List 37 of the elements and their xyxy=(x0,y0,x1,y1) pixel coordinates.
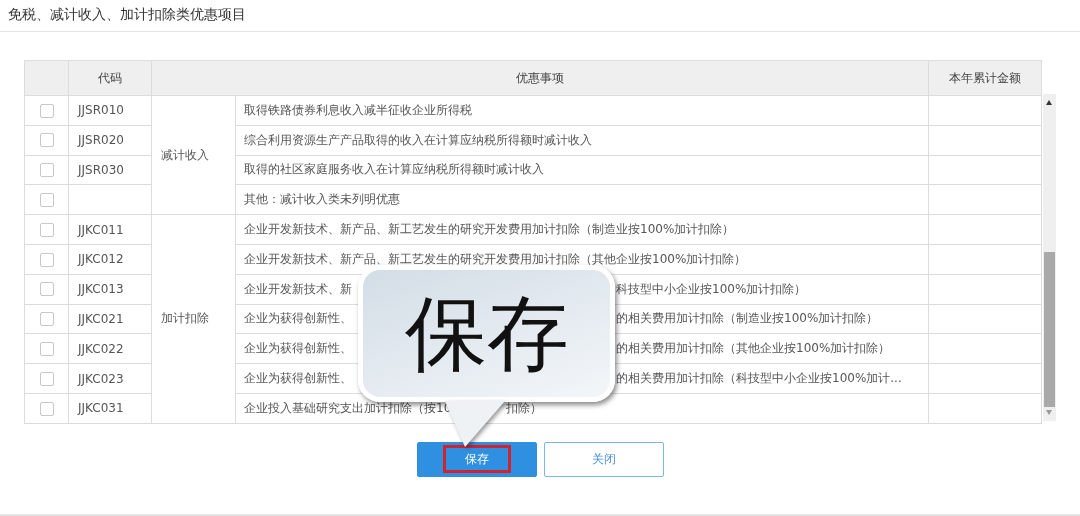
item-text: 取得的社区家庭服务收入在计算应纳税所得额时减计收入 xyxy=(244,162,544,177)
category-cell: 减计收入 xyxy=(151,95,236,215)
item-text: 的相关费用加计扣除（制造业按100%加计扣除） xyxy=(616,311,879,326)
item-text: 企业为获得创新性、 xyxy=(244,370,353,388)
save-button[interactable]: 保存 xyxy=(417,441,537,477)
checkbox[interactable] xyxy=(39,342,54,356)
header-cell: 优惠事项 xyxy=(151,60,929,96)
item-text: 其他：减计收入类未列明优惠 xyxy=(244,192,400,207)
item-text: 的相关费用加计扣除（其他企业按100%加计扣除） xyxy=(616,341,891,356)
item-text: 的相关费用加计扣除（科技型中小企业按100%加计... xyxy=(616,371,902,386)
scrollbar[interactable] xyxy=(1043,94,1056,421)
checkbox[interactable] xyxy=(39,252,54,267)
checkbox[interactable] xyxy=(39,133,54,148)
checkbox[interactable] xyxy=(39,163,54,178)
item-text: 扣除） xyxy=(506,400,542,415)
checkbox[interactable] xyxy=(39,312,54,327)
code-cell: JJSR010 xyxy=(68,95,152,126)
dialog-title: 免税、减计收入、加计扣除类优惠项目 xyxy=(0,0,1080,32)
checkbox[interactable] xyxy=(39,282,54,297)
checkbox[interactable] xyxy=(39,193,54,208)
item-text: 企业开发新技术、新产品、新工艺发生的研究开发费用加计扣除（其他企业按100%加计扣除） xyxy=(244,251,747,266)
checkbox[interactable] xyxy=(39,371,54,386)
item-text: 企业开发新技术、新 xyxy=(244,280,353,298)
header-cell: 本年累计金额 xyxy=(928,60,1042,96)
item-text: 企业为获得创新性、 xyxy=(244,310,353,328)
header-cell: 代码 xyxy=(68,60,152,96)
checkbox[interactable] xyxy=(39,401,54,416)
checkbox[interactable] xyxy=(39,222,54,237)
close-button[interactable]: 关闭 xyxy=(544,441,664,477)
item-text: 取得铁路债券利息收入减半征收企业所得税 xyxy=(244,102,472,117)
item-text: 企业为获得创新性、 xyxy=(244,340,353,358)
item-text: 科技型中小企业按100%加计扣除） xyxy=(616,281,807,296)
category-cell: 加计扣除 xyxy=(151,214,236,424)
item-text: 综合利用资源生产产品取得的收入在计算应纳税所得额时减计收入 xyxy=(244,132,592,147)
code-cell: JJKC011 xyxy=(68,214,152,245)
item-text: 企业开发新技术、新产品、新工艺发生的研究开发费用加计扣除（制造业按100%加计扣除） xyxy=(244,222,735,237)
checkbox[interactable] xyxy=(39,103,54,118)
